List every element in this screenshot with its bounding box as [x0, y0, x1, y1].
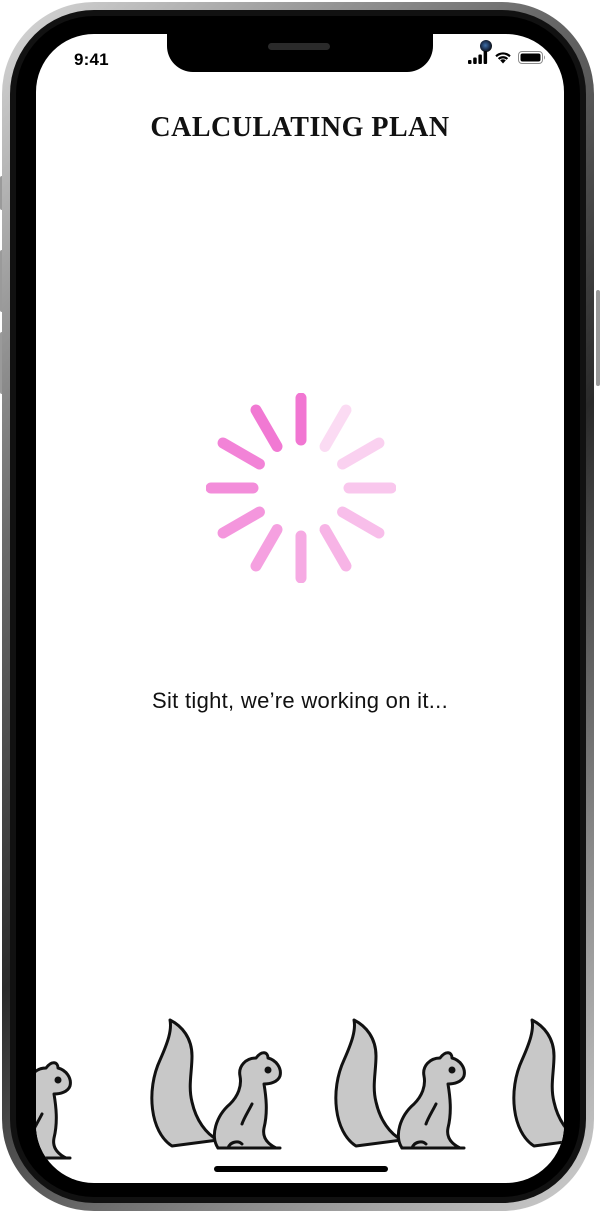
status-time: 9:41 [74, 50, 109, 69]
app-screen: 9:41 CALCULATING PLAN Sit tight, we’re w… [36, 34, 564, 1183]
notch [167, 34, 492, 72]
spinner-spoke [337, 437, 385, 470]
loading-message: Sit tight, we’re working on it... [151, 688, 449, 713]
spinner-spoke [337, 506, 385, 539]
spinner-spoke [250, 404, 283, 452]
squirrel-icon [36, 1028, 72, 1160]
squirrel-illustration [36, 1018, 564, 1160]
spinner-spoke [319, 404, 352, 452]
spinner-spoke [319, 524, 352, 572]
page-title: CALCULATING PLAN [150, 112, 450, 143]
status-icons [468, 51, 546, 64]
spinner-spoke [217, 437, 265, 470]
squirrel-icon [150, 1018, 282, 1150]
loading-spinner-icon [206, 393, 396, 583]
spinner-spokes [206, 393, 396, 583]
spinner-spoke [250, 524, 283, 572]
battery-icon [518, 51, 545, 64]
spinner-spoke [217, 506, 265, 539]
earpiece-speaker [268, 43, 330, 50]
home-indicator[interactable] [214, 1166, 388, 1172]
iphone-device: 9:41 CALCULATING PLAN Sit tight, we’re w… [0, 0, 600, 1217]
cellular-signal-icon [468, 51, 488, 64]
squirrel-icon [334, 1018, 466, 1150]
power-button [596, 290, 600, 386]
wifi-icon [495, 52, 511, 64]
squirrel-icon [512, 1018, 564, 1150]
